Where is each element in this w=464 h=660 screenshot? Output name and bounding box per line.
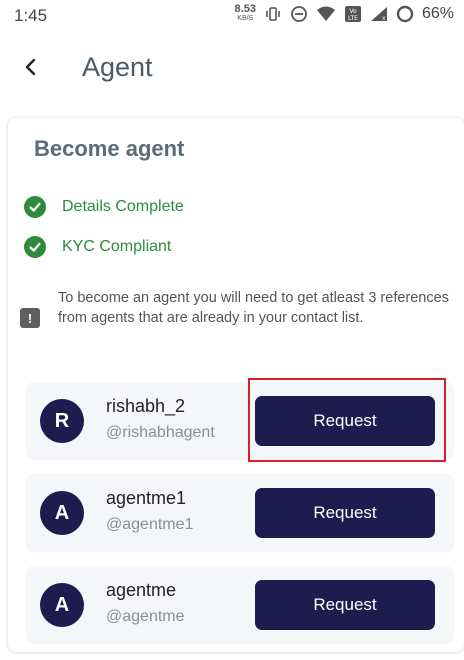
network-speed-unit: KB/S [237,15,254,22]
request-button[interactable]: Request [255,396,435,446]
avatar: R [40,399,84,443]
request-button[interactable]: Request [255,488,435,538]
avatar: A [40,491,84,535]
wifi-icon [316,6,336,22]
app-bar: Agent [0,44,464,96]
agent-row: A agentme @agentme Request [26,566,454,644]
agent-name: rishabh_2 [106,396,186,416]
chevron-left-icon [23,57,39,82]
volte-icon: Vo LTE [344,5,362,23]
agent-name: agentme [106,580,177,600]
exclamation-icon: ! [20,308,40,328]
status-icons: 8.53 KB/S Vo LTE x 66% [234,3,454,23]
check-circle-icon [24,236,46,258]
agent-name: agentme1 [106,488,187,508]
request-button[interactable]: Request [255,580,435,630]
svg-text:Vo: Vo [349,8,357,15]
svg-text:x: x [382,15,386,22]
notice-text: To become an agent you will need to get … [58,290,449,326]
check-details-complete: Details Complete [24,196,184,218]
become-agent-card: Become agent Details Complete KYC Compli… [8,118,464,652]
agent-row: R rishabh_2 @rishabhagent Request [26,382,454,460]
vibrate-icon [264,6,282,22]
dnd-icon [290,5,308,23]
status-time: 1:45 [14,6,48,25]
card-title: Become agent [34,136,185,161]
status-bar: 1:45 8.53 KB/S Vo LTE x 66% [0,0,464,34]
check-label: Details Complete [62,198,184,215]
agent-handle: @agentme1 [106,516,194,533]
network-speed: 8.53 KB/S [234,3,256,23]
check-circle-icon [24,196,46,218]
network-speed-value: 8.53 [234,3,256,15]
check-kyc-compliant: KYC Compliant [24,236,171,258]
back-button[interactable] [18,56,44,82]
check-label: KYC Compliant [62,238,172,255]
agent-handle: @rishabhagent [106,424,215,441]
agent-row: A agentme1 @agentme1 Request [26,474,454,552]
page-title: Agent [82,52,153,82]
agent-handle: @agentme [106,608,185,625]
battery-icon [396,5,414,23]
signal-icon: x [370,6,388,22]
avatar: A [40,583,84,627]
battery-percent: 66% [421,5,454,22]
svg-text:LTE: LTE [348,15,358,22]
